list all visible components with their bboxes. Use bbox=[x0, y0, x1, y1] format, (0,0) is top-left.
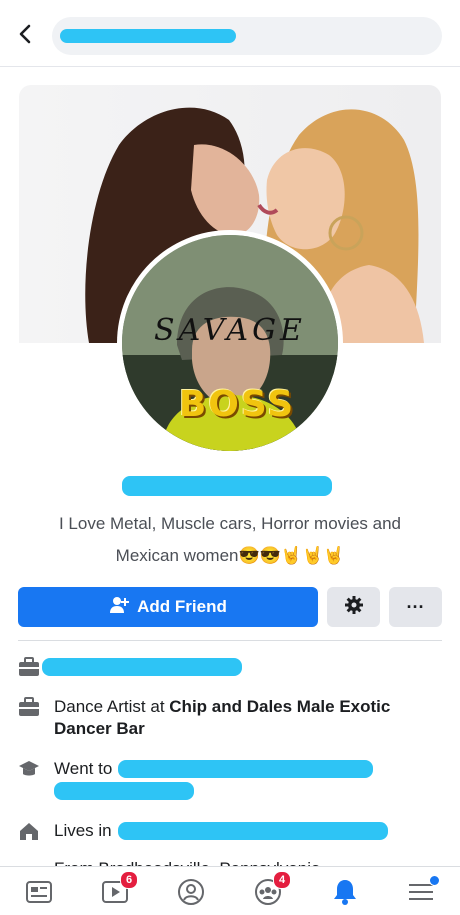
profile-name-redaction bbox=[122, 476, 332, 496]
briefcase-icon bbox=[18, 696, 40, 718]
info-row-lives: Lives in bbox=[18, 820, 442, 842]
education-redaction bbox=[118, 760, 373, 778]
more-options-button[interactable]: ··· bbox=[389, 587, 442, 627]
education-redaction-2 bbox=[54, 782, 194, 800]
profile-icon bbox=[176, 879, 206, 911]
profile-bio: I Love Metal, Muscle cars, Horror movies… bbox=[20, 508, 440, 572]
bio-line-2: Mexican women😎😎🤘🤘🤘 bbox=[115, 546, 345, 565]
groups-badge: 4 bbox=[273, 871, 291, 889]
groups-icon bbox=[253, 879, 283, 911]
watch-video-icon bbox=[100, 881, 130, 911]
redaction-scribble bbox=[60, 29, 236, 43]
work-prefix: Dance Artist at bbox=[54, 697, 170, 716]
add-friend-button[interactable]: Add Friend bbox=[18, 587, 318, 627]
divider bbox=[18, 640, 442, 641]
add-friend-label: Add Friend bbox=[137, 597, 227, 616]
gear-icon bbox=[344, 595, 364, 620]
info-row-work-1 bbox=[18, 656, 442, 678]
search-bar[interactable] bbox=[52, 17, 442, 55]
lives-redaction bbox=[118, 822, 388, 840]
info-row-education: Went to bbox=[18, 758, 442, 806]
nav-groups[interactable]: 4 bbox=[253, 871, 291, 907]
home-icon bbox=[18, 820, 40, 842]
work-text: Dance Artist at Chip and Dales Male Exot… bbox=[54, 696, 442, 740]
nav-notifications[interactable] bbox=[330, 877, 360, 907]
avatar-overlay-title: SAVAGE bbox=[154, 313, 306, 348]
nav-watch[interactable]: 6 bbox=[100, 871, 138, 907]
nav-profile[interactable] bbox=[176, 877, 206, 907]
bell-icon bbox=[330, 880, 360, 911]
bottom-navigation: 6 4 bbox=[0, 866, 460, 915]
work-redaction bbox=[42, 658, 242, 676]
menu-notification-dot bbox=[429, 875, 440, 886]
watch-badge: 6 bbox=[120, 871, 138, 889]
news-feed-icon bbox=[24, 881, 54, 911]
top-bar bbox=[0, 0, 460, 67]
nav-news-feed[interactable] bbox=[24, 877, 54, 907]
lives-prefix: Lives in bbox=[54, 821, 112, 840]
back-arrow-icon[interactable] bbox=[14, 22, 38, 46]
info-row-work-2: Dance Artist at Chip and Dales Male Exot… bbox=[18, 696, 442, 740]
add-friend-icon bbox=[109, 596, 130, 619]
graduation-cap-icon bbox=[18, 758, 40, 780]
more-dots-icon: ··· bbox=[406, 596, 425, 617]
settings-button[interactable] bbox=[327, 587, 380, 627]
profile-photo[interactable]: SAVAGE BOSS bbox=[122, 235, 338, 451]
hamburger-menu-icon bbox=[406, 884, 436, 911]
nav-menu[interactable] bbox=[406, 875, 440, 907]
avatar-overlay-badge: BOSS bbox=[178, 384, 296, 425]
bio-line-1: I Love Metal, Muscle cars, Horror movies… bbox=[58, 514, 401, 533]
briefcase-icon bbox=[18, 656, 40, 678]
education-prefix: Went to bbox=[54, 759, 113, 778]
